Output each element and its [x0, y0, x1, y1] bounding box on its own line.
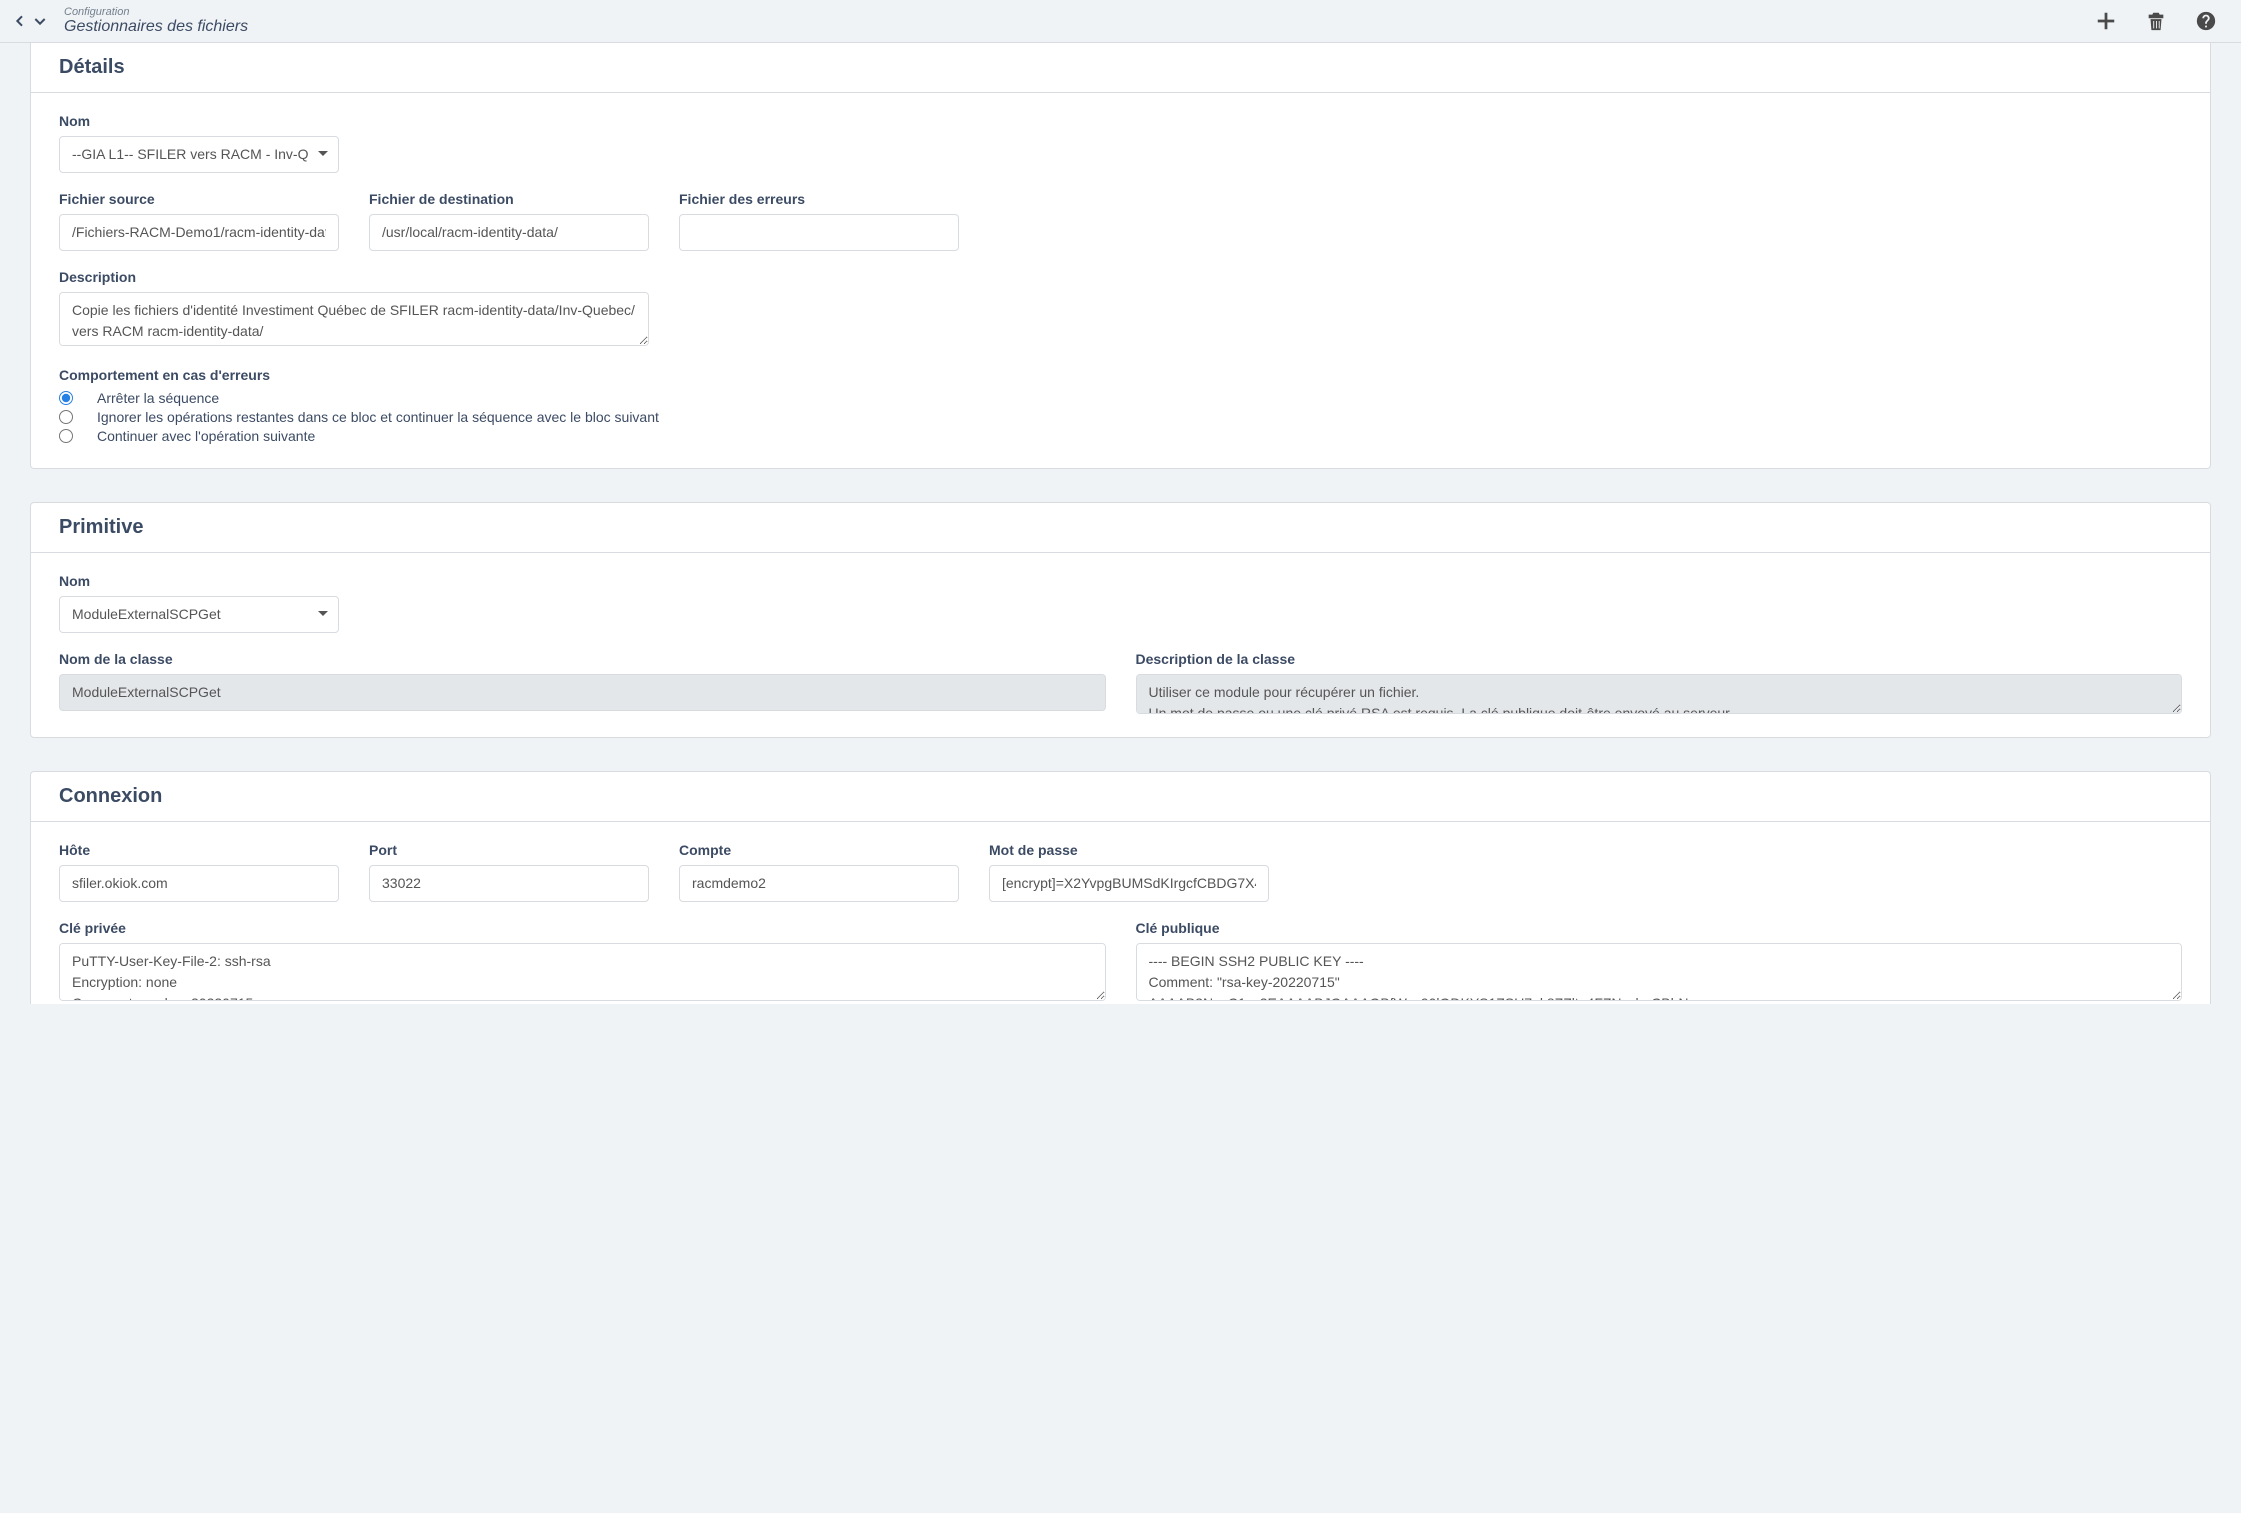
port-label: Port	[369, 842, 649, 858]
source-input[interactable]	[59, 214, 339, 251]
error-behavior-ignore-radio[interactable]	[59, 410, 73, 424]
page-title: Gestionnaires des fichiers	[64, 18, 248, 36]
class-description-label: Description de la classe	[1136, 651, 2183, 667]
details-header: Détails	[31, 43, 2210, 93]
error-behavior-group: Arrêter la séquence Ignorer les opératio…	[59, 390, 2182, 444]
back-icon[interactable]	[10, 11, 30, 31]
name-select[interactable]: --GIA L1-- SFILER vers RACM - Inv-Quebec	[59, 136, 339, 173]
primitive-title: Primitive	[59, 516, 2182, 539]
breadcrumb: Configuration	[64, 6, 248, 18]
connection-body: Hôte Port Compte Mot de passe	[31, 822, 2210, 1004]
error-behavior-ignore-label[interactable]: Ignorer les opérations restantes dans ce…	[97, 409, 659, 425]
port-input[interactable]	[369, 865, 649, 902]
host-label: Hôte	[59, 842, 339, 858]
password-input[interactable]	[989, 865, 1269, 902]
primitive-header: Primitive	[31, 503, 2210, 553]
nav-icons	[10, 11, 60, 31]
primitive-body: Nom ModuleExternalSCPGet Nom de la class…	[31, 553, 2210, 737]
primitive-name-select[interactable]: ModuleExternalSCPGet	[59, 596, 339, 633]
error-behavior-continue-label[interactable]: Continuer avec l'opération suivante	[97, 428, 315, 444]
public-key-textarea[interactable]	[1136, 943, 2183, 1001]
class-name-input	[59, 674, 1106, 711]
connection-title: Connexion	[59, 785, 2182, 808]
primitive-name-label: Nom	[59, 573, 339, 589]
password-label: Mot de passe	[989, 842, 1269, 858]
details-body: Nom --GIA L1-- SFILER vers RACM - Inv-Qu…	[31, 93, 2210, 468]
name-label: Nom	[59, 113, 339, 129]
public-key-label: Clé publique	[1136, 920, 2183, 936]
destination-label: Fichier de destination	[369, 191, 649, 207]
errors-file-input[interactable]	[679, 214, 959, 251]
connection-card: Connexion Hôte Port Compte Mot de passe	[30, 771, 2211, 1004]
private-key-textarea[interactable]	[59, 943, 1106, 1001]
error-behavior-label: Comportement en cas d'erreurs	[59, 367, 2182, 383]
primitive-card: Primitive Nom ModuleExternalSCPGet Nom d…	[30, 502, 2211, 738]
private-key-label: Clé privée	[59, 920, 1106, 936]
details-card: Détails Nom --GIA L1-- SFILER vers RACM …	[30, 43, 2211, 469]
add-icon[interactable]	[2095, 10, 2117, 32]
header-titles: Configuration Gestionnaires des fichiers	[64, 6, 248, 36]
error-behavior-stop-radio[interactable]	[59, 391, 73, 405]
account-input[interactable]	[679, 865, 959, 902]
class-name-label: Nom de la classe	[59, 651, 1106, 667]
description-textarea[interactable]	[59, 292, 649, 346]
destination-input[interactable]	[369, 214, 649, 251]
host-input[interactable]	[59, 865, 339, 902]
class-description-textarea	[1136, 674, 2183, 714]
header-actions	[2095, 10, 2217, 32]
error-behavior-stop-label[interactable]: Arrêter la séquence	[97, 390, 219, 406]
errors-file-label: Fichier des erreurs	[679, 191, 959, 207]
error-behavior-continue-radio[interactable]	[59, 429, 73, 443]
description-label: Description	[59, 269, 649, 285]
details-title: Détails	[59, 56, 2182, 79]
header-left: Configuration Gestionnaires des fichiers	[10, 6, 248, 36]
connection-header: Connexion	[31, 772, 2210, 822]
account-label: Compte	[679, 842, 959, 858]
dropdown-icon[interactable]	[30, 11, 50, 31]
page-header: Configuration Gestionnaires des fichiers	[0, 0, 2241, 43]
delete-icon[interactable]	[2145, 10, 2167, 32]
source-label: Fichier source	[59, 191, 339, 207]
content: Détails Nom --GIA L1-- SFILER vers RACM …	[0, 43, 2241, 1034]
help-icon[interactable]	[2195, 10, 2217, 32]
